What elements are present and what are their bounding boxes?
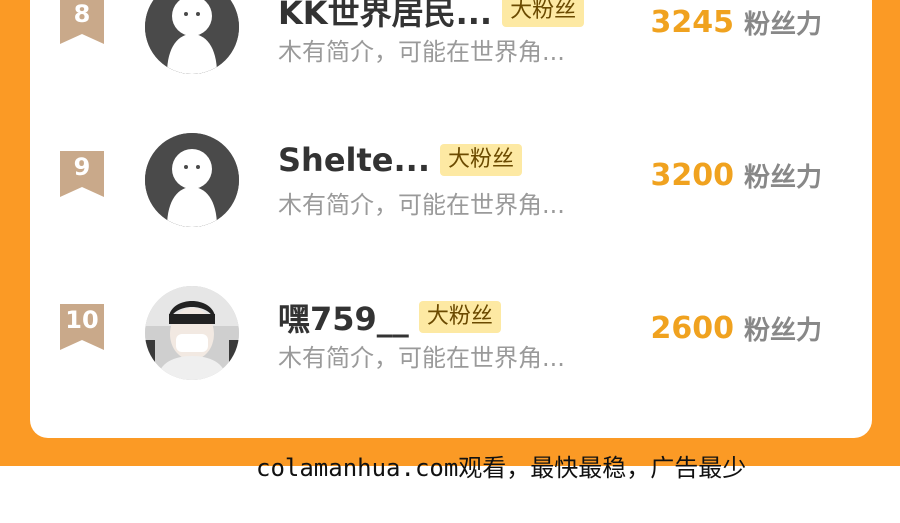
rank-number: 10: [65, 306, 99, 334]
fan-badge: 大粉丝: [502, 0, 585, 27]
user-name-line: 嘿759__ 大粉丝: [278, 294, 501, 338]
fan-badge: 大粉丝: [418, 301, 501, 333]
user-name-line: Shelte... 大粉丝: [278, 141, 522, 181]
fan-power: 2600 粉丝力: [650, 310, 822, 347]
fan-power-value: 2600: [650, 311, 734, 346]
user-bio: 木有简介，可能在世界角...: [278, 38, 565, 66]
fan-power-unit: 粉丝力: [743, 316, 822, 346]
rank-number: 8: [73, 0, 91, 28]
rank-ribbon: 9: [60, 151, 104, 197]
user-name-line: KK世界居民... 大粉丝: [278, 0, 585, 32]
user-name[interactable]: 嘿759__: [278, 300, 409, 338]
user-name[interactable]: KK世界居民...: [278, 0, 492, 32]
fan-power: 3200 粉丝力: [650, 157, 822, 194]
fan-badge: 大粉丝: [439, 144, 522, 176]
fan-power-unit: 粉丝力: [743, 163, 822, 193]
ranking-row[interactable]: 8 KK世界居民... 大粉丝 木有简介，可能在世界角... 3245 粉丝力: [30, 0, 872, 80]
avatar[interactable]: [145, 133, 239, 227]
user-bio: 木有简介，可能在世界角...: [278, 191, 565, 219]
fan-power-value: 3200: [650, 158, 734, 193]
rank-ribbon: 8: [60, 0, 104, 44]
avatar[interactable]: [145, 0, 239, 74]
fan-power: 3245 粉丝力: [650, 4, 822, 41]
user-bio: 木有简介，可能在世界角...: [278, 344, 565, 372]
fan-power-value: 3245: [650, 5, 734, 40]
fan-power-unit: 粉丝力: [743, 10, 822, 40]
ranking-card: 8 KK世界居民... 大粉丝 木有简介，可能在世界角... 3245 粉丝力 9: [30, 0, 872, 438]
rank-number: 9: [73, 153, 91, 181]
user-name[interactable]: Shelte...: [278, 141, 430, 179]
ranking-row[interactable]: 10 嘿759__ 大粉丝 木有简介，可能在世界角... 2600 粉丝力: [30, 266, 872, 386]
avatar[interactable]: [145, 286, 239, 380]
watermark-footer: colamanhua.com观看，最快最稳，广告最少: [256, 454, 747, 482]
ranking-row[interactable]: 9 Shelte... 大粉丝 木有简介，可能在世界角... 3200 粉丝力: [30, 113, 872, 233]
rank-ribbon: 10: [60, 304, 104, 350]
